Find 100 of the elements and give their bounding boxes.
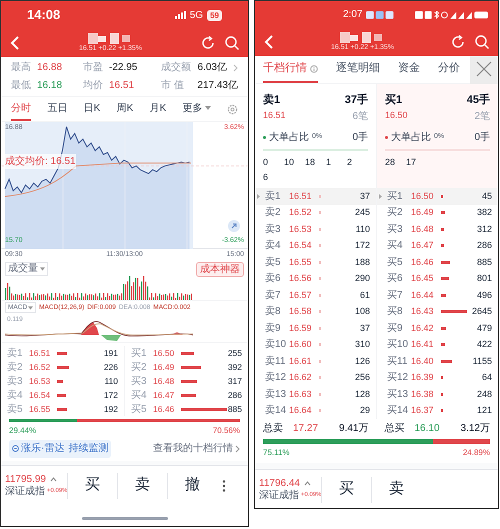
back-icon[interactable] (9, 35, 21, 51)
volume-bar (181, 352, 194, 354)
index-name: 深证成指 (5, 486, 45, 498)
caret-icon[interactable] (50, 477, 57, 482)
volume-text: 192 (103, 402, 118, 416)
price-text: 16.49 (411, 206, 435, 219)
price-text: 16.53 (29, 374, 52, 388)
trade-button[interactable]: 撤 (167, 472, 217, 498)
chart-tab[interactable]: 月K (150, 97, 166, 121)
level-label: 卖7 (265, 288, 282, 303)
price-text: 16.39 (411, 371, 435, 384)
level-label: 买12 (387, 371, 410, 386)
search-icon[interactable] (224, 35, 240, 51)
queue-number: 1 (326, 156, 332, 168)
level-label: 买5 (131, 402, 148, 416)
chart-tab[interactable]: 五日 (47, 97, 68, 121)
level-label: 买5 (387, 256, 404, 270)
refresh-icon[interactable] (450, 34, 466, 50)
volume-bar (441, 343, 446, 346)
expand-icon[interactable] (228, 220, 240, 232)
price-text: 16.10 (414, 422, 440, 436)
price-text: 16.48 (153, 374, 176, 388)
level-label: 卖3 (265, 222, 282, 237)
price-text: 17.27 (293, 422, 318, 436)
volume-text: 310 (354, 338, 370, 351)
detail-tab[interactable]: 千档行情 (263, 56, 318, 83)
volume-text: 255 (227, 346, 242, 360)
trade-button[interactable]: 买 (67, 472, 117, 498)
queue-number: 10 (284, 156, 296, 168)
level-label: 买11 (387, 354, 408, 369)
stat-label: 成交额 (161, 60, 191, 75)
detail-tab[interactable]: 逐笔明细 (336, 56, 380, 83)
volume-bar (441, 326, 446, 330)
order-book-link[interactable]: 查看我的十档行情 (153, 441, 240, 456)
radar-icon (12, 445, 19, 452)
volume-bar (441, 310, 467, 314)
volume-text: 3.12万 (460, 422, 490, 436)
trade-button[interactable]: 卖 (117, 472, 167, 498)
level-label: 卖2 (7, 360, 24, 374)
level-label: 卖11 (265, 354, 286, 369)
price-text: 16.59 (289, 322, 313, 334)
price-text: 16.44 (411, 288, 435, 302)
info-icon[interactable] (310, 64, 318, 72)
radar-button[interactable]: 涨乐·雷达 (12, 441, 64, 456)
price-text: 16.50 (411, 190, 435, 202)
volume-text: 45 (480, 190, 492, 202)
trade-button[interactable]: 卖 (371, 476, 421, 502)
volume-bar (441, 360, 452, 363)
volume-text: 422 (476, 338, 492, 351)
refresh-icon[interactable] (200, 35, 216, 51)
level-label: 买7 (387, 288, 404, 303)
volume-text: 248 (476, 388, 492, 400)
search-icon[interactable] (474, 34, 490, 50)
detail-tab[interactable]: 资金 (398, 56, 420, 83)
big-order-label: 大单占比 (391, 130, 431, 144)
detail-tab[interactable]: 分价 (438, 56, 460, 83)
pointer-icon (379, 194, 382, 199)
lots-text: 45手 (466, 92, 490, 108)
settings-icon[interactable] (226, 104, 238, 114)
battery-indicator: 59 (207, 10, 222, 20)
price-text: 16.52 (29, 360, 52, 374)
orders-text: 2笔 (474, 110, 490, 124)
percent-text: 70.56% (212, 425, 240, 437)
level-label: 买1 (387, 190, 404, 204)
chart-tab[interactable]: 更多 (182, 97, 211, 121)
stat-value: 217.43亿 (197, 79, 238, 93)
side-label: 买1 (385, 93, 402, 108)
price-text: 16.41 (411, 338, 435, 351)
trade-button[interactable]: 买 (321, 476, 371, 502)
stat-value: 16.18 (37, 79, 62, 93)
level-label: 买2 (131, 360, 148, 374)
level-label: 卖1 (265, 190, 282, 204)
signal-icon (174, 11, 186, 19)
level-label: 卖14 (265, 404, 288, 418)
side-label: 卖1 (263, 92, 280, 108)
price-text: 16.55 (29, 402, 52, 416)
chart-tab[interactable]: 周K (116, 97, 134, 121)
level-label: 买4 (387, 239, 404, 254)
queue-number: 18 (305, 156, 316, 168)
index-value: 11796.44 (259, 478, 300, 490)
price-text: 16.47 (411, 239, 435, 252)
monitor-button[interactable]: 持续监测 (68, 441, 108, 456)
volume-bar (57, 394, 66, 396)
volume-bar (181, 366, 202, 368)
stat-value: 6.03亿 (198, 61, 227, 75)
level-label: 买8 (387, 305, 404, 320)
back-icon[interactable] (263, 34, 275, 50)
volume-text: 245 (354, 206, 370, 219)
chevron-icon[interactable] (233, 64, 238, 72)
volume-bar (57, 352, 67, 354)
volume-selector[interactable]: 成交量 (5, 262, 48, 276)
caret-icon[interactable] (304, 481, 311, 486)
stat-label: 最高 (11, 60, 31, 75)
volume-bar (441, 294, 446, 297)
close-icon[interactable] (470, 54, 498, 84)
price-text: 16.51 (263, 108, 286, 122)
price-text: 16.61 (289, 354, 313, 368)
cost-tool-button[interactable]: 成本神器 (196, 262, 244, 276)
chart-tab[interactable]: 日K (84, 97, 100, 121)
network-text: 5G (190, 8, 204, 22)
